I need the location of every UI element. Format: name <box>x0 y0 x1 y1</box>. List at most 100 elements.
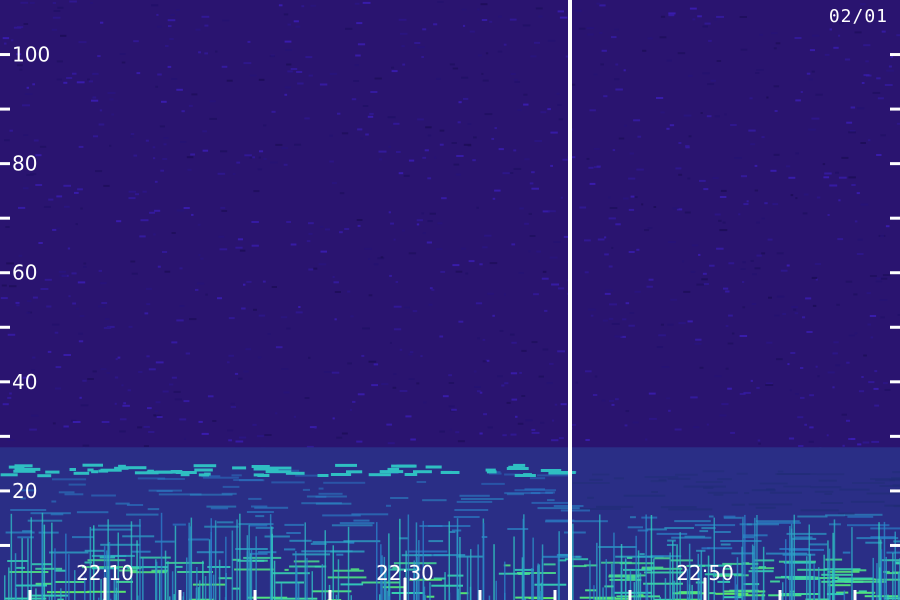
noise-speck <box>668 241 676 244</box>
noise-speck <box>517 422 524 425</box>
noise-speck <box>78 41 87 44</box>
noise-speck <box>851 184 856 186</box>
noise-speck <box>176 88 183 91</box>
band-streak <box>736 557 739 600</box>
band-line <box>847 515 874 518</box>
noise-speck <box>773 85 780 88</box>
noise-speck <box>687 177 691 180</box>
noise-speck <box>69 0 77 3</box>
noise-speck <box>467 123 472 125</box>
band-line <box>232 466 247 470</box>
noise-speck <box>697 15 702 18</box>
band-line <box>731 503 745 506</box>
noise-speck <box>848 131 856 134</box>
noise-speck <box>797 416 804 419</box>
noise-speck <box>838 22 845 25</box>
band-line <box>639 553 645 556</box>
noise-speck <box>170 13 175 16</box>
noise-speck <box>353 80 360 82</box>
noise-speck <box>427 134 432 137</box>
noise-speck <box>356 440 363 443</box>
band-line <box>668 508 713 511</box>
noise-speck <box>549 362 554 365</box>
noise-speck <box>155 361 164 364</box>
band-line <box>660 506 697 509</box>
noise-speck <box>634 196 638 199</box>
band-streak <box>155 561 158 600</box>
noise-speck <box>226 429 234 432</box>
noise-speck <box>646 285 653 288</box>
noise-speck <box>243 62 252 65</box>
noise-speck <box>841 413 847 416</box>
noise-speck <box>22 187 29 190</box>
noise-speck <box>179 267 183 270</box>
noise-speck <box>599 31 603 34</box>
noise-speck <box>514 81 521 83</box>
x-tick-label: 22:10 <box>76 561 134 585</box>
noise-speck <box>453 163 460 166</box>
band-streak <box>304 522 306 600</box>
noise-speck <box>531 428 536 431</box>
noise-speck <box>498 148 504 151</box>
band-streak <box>713 517 715 600</box>
band-streak <box>210 518 212 600</box>
band-line <box>708 515 714 518</box>
noise-speck <box>489 20 493 23</box>
noise-speck <box>551 439 559 442</box>
noise-speck <box>467 144 472 147</box>
noise-speck <box>542 270 547 273</box>
band-line <box>317 474 329 477</box>
band-streak <box>871 582 874 600</box>
noise-speck <box>854 332 858 335</box>
band-streak <box>379 594 381 600</box>
noise-speck <box>660 111 665 114</box>
band-line <box>797 568 827 571</box>
band-streak <box>897 571 900 600</box>
band-streak <box>589 560 591 600</box>
band-line <box>746 523 752 526</box>
noise-speck <box>252 423 257 426</box>
noise-speck <box>704 22 711 25</box>
noise-speck <box>509 333 515 336</box>
noise-speck <box>439 430 445 433</box>
band-line <box>51 500 57 503</box>
noise-speck <box>469 30 475 33</box>
band-streak <box>27 538 29 600</box>
band-line <box>641 516 658 519</box>
noise-speck <box>164 270 171 273</box>
band-line <box>481 482 505 485</box>
band-streak <box>459 537 461 600</box>
noise-speck <box>417 46 425 49</box>
noise-speck <box>771 32 778 35</box>
noise-speck <box>861 82 865 84</box>
band-line <box>126 504 144 506</box>
noise-speck <box>191 213 194 216</box>
noise-speck <box>728 314 733 317</box>
noise-speck <box>244 154 252 157</box>
noise-speck <box>46 305 52 308</box>
noise-speck <box>727 387 732 390</box>
noise-speck <box>176 319 184 322</box>
noise-speck <box>246 280 252 283</box>
band-streak <box>806 556 808 600</box>
noise-speck <box>691 244 699 247</box>
band-line <box>627 526 643 529</box>
noise-speck <box>714 115 720 118</box>
noise-speck <box>153 414 156 417</box>
band-streak <box>790 523 793 600</box>
noise-speck <box>243 283 246 286</box>
noise-speck <box>594 375 598 378</box>
band-streak <box>10 513 13 600</box>
noise-speck <box>393 238 396 241</box>
noise-speck <box>121 61 126 64</box>
band-line <box>627 557 633 559</box>
noise-speck <box>684 211 691 214</box>
noise-speck <box>167 19 176 22</box>
band-streak <box>620 567 623 600</box>
noise-speck <box>2 403 9 406</box>
noise-speck <box>329 72 338 75</box>
noise-speck <box>668 409 671 412</box>
noise-speck <box>298 306 301 308</box>
noise-speck <box>690 270 696 273</box>
band-line <box>318 492 343 495</box>
